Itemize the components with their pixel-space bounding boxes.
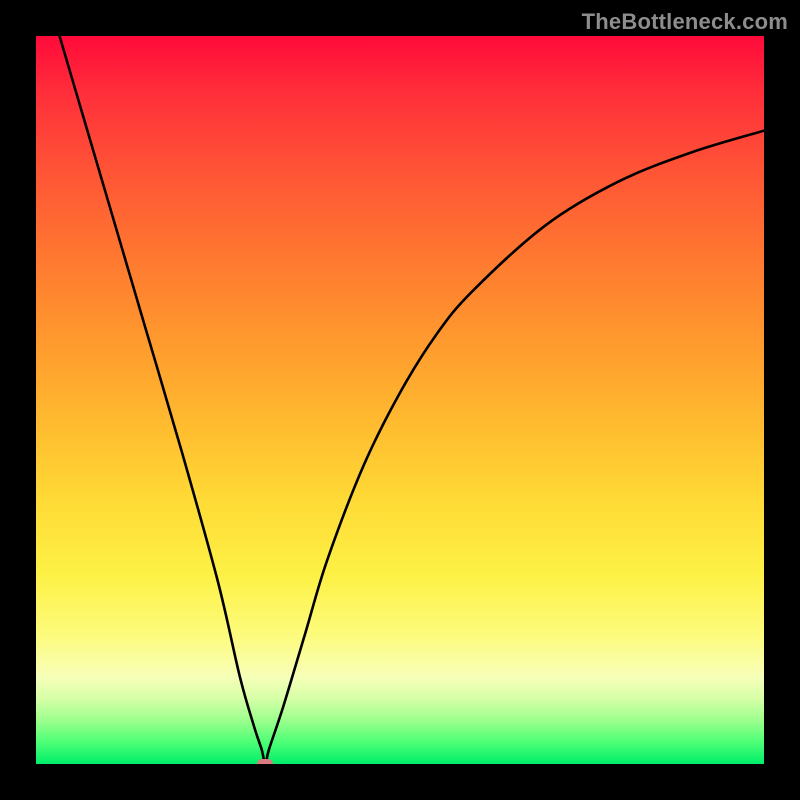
- plot-area: [36, 36, 764, 764]
- minimum-marker: [257, 759, 273, 764]
- chart-root: TheBottleneck.com: [0, 0, 800, 800]
- curve-svg: [36, 36, 764, 764]
- branding-text: TheBottleneck.com: [582, 9, 788, 35]
- bottleneck-curve: [36, 36, 764, 764]
